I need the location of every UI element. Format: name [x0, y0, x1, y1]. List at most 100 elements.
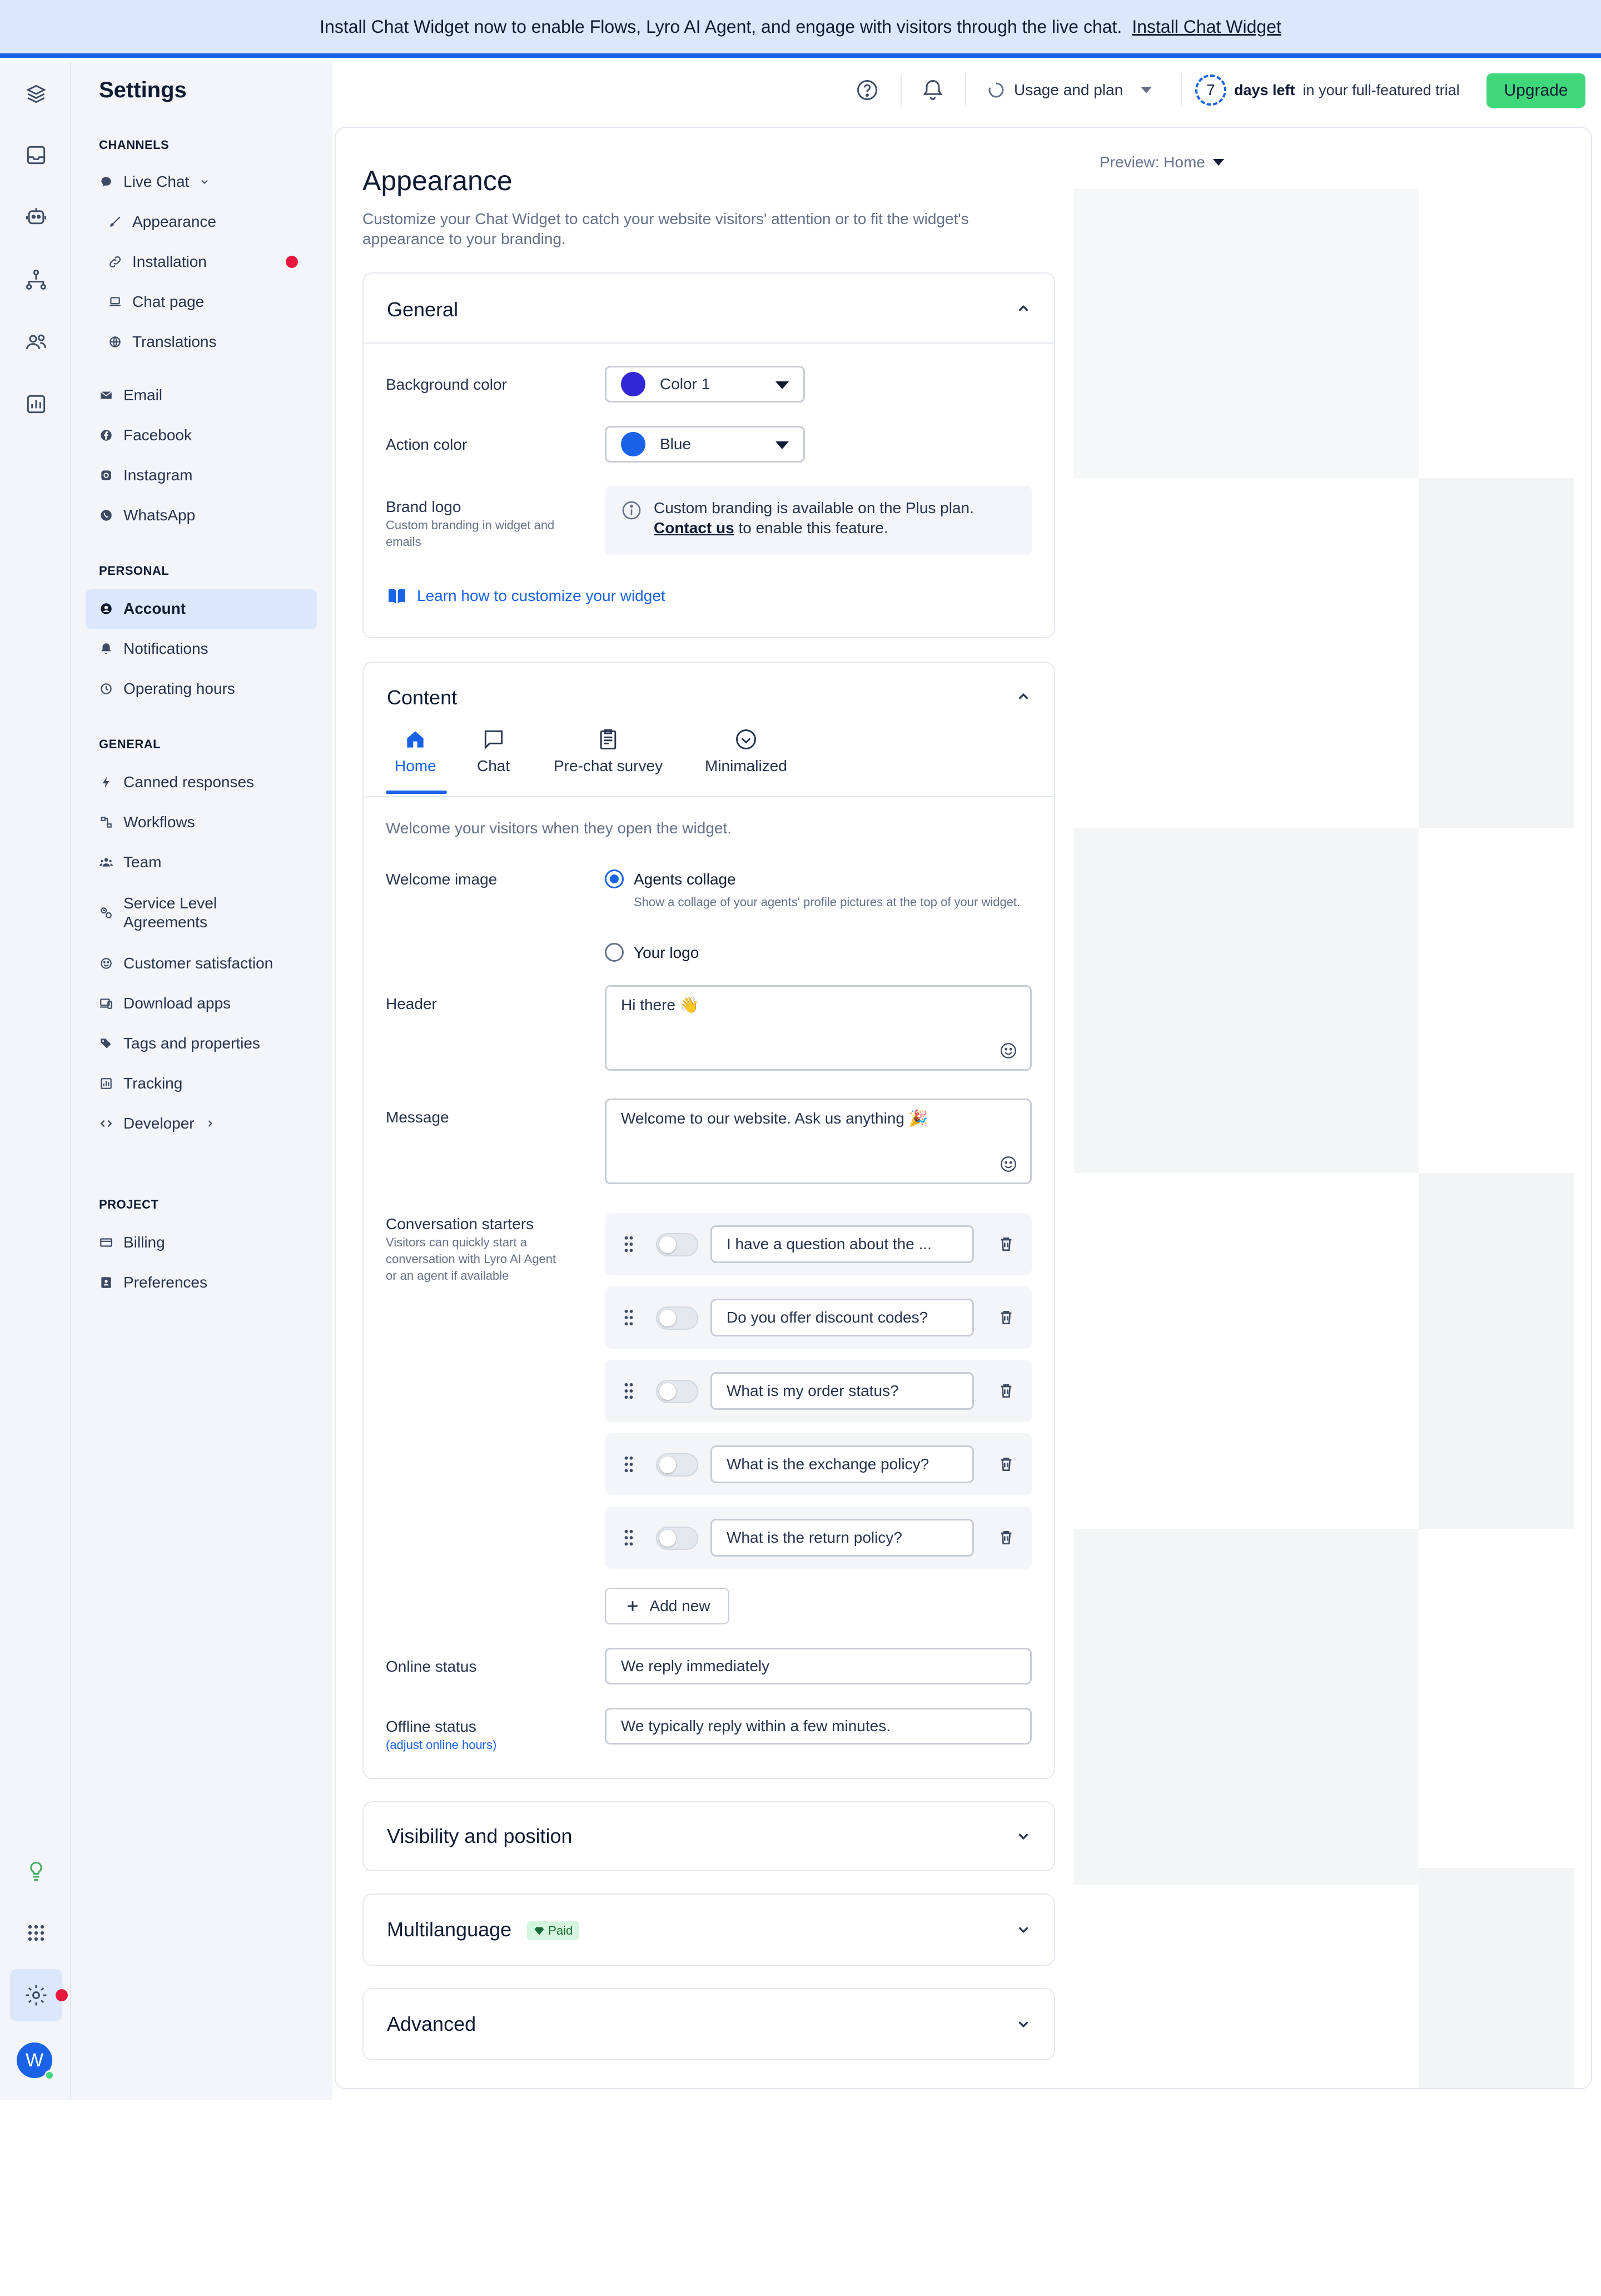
chevron-up-icon[interactable]: [1015, 300, 1032, 317]
advanced-panel[interactable]: Advanced: [362, 1988, 1055, 2060]
tab-pre-chat-survey[interactable]: Pre-chat survey: [554, 727, 663, 775]
user-circle-icon: [99, 602, 113, 616]
instagram-icon: [99, 468, 113, 483]
general-title: General: [387, 298, 459, 321]
starter-input[interactable]: Do you offer discount codes?: [710, 1299, 974, 1336]
sidebar-item-email[interactable]: Email: [99, 382, 162, 408]
divider: [364, 796, 1054, 797]
visibility-panel[interactable]: Visibility and position: [362, 1801, 1055, 1871]
adjust-online-hours-link[interactable]: (adjust online hours): [386, 1737, 496, 1753]
sidebar-item-tags[interactable]: Tags and properties: [99, 1031, 260, 1056]
sidebar-item-notifications[interactable]: Notifications: [99, 636, 208, 662]
learn-customize-link[interactable]: Learn how to customize your widget: [386, 585, 665, 607]
sidebar-item-facebook[interactable]: Facebook: [99, 423, 192, 448]
usage-plan-dropdown[interactable]: Usage and plan: [986, 78, 1152, 102]
facebook-icon: [99, 428, 113, 443]
radio-agents-collage[interactable]: [605, 869, 624, 888]
dashboard-icon[interactable]: [22, 80, 50, 108]
radio-your-logo[interactable]: [605, 943, 624, 962]
app-rail: W: [0, 62, 71, 2100]
upgrade-button[interactable]: Upgrade: [1486, 73, 1585, 108]
customers-icon[interactable]: [22, 328, 50, 356]
welcome-image-label: Welcome image: [386, 871, 498, 888]
tab-chat[interactable]: Chat: [477, 727, 510, 775]
starter-toggle[interactable]: [656, 1380, 698, 1403]
sidebar-item-operating-hours[interactable]: Operating hours: [99, 676, 235, 702]
action-color-select[interactable]: Blue: [605, 426, 805, 463]
bot-icon[interactable]: [22, 202, 50, 230]
chevron-up-icon[interactable]: [1015, 688, 1032, 705]
starter-input[interactable]: I have a question about the ...: [710, 1225, 974, 1263]
offline-status-input[interactable]: We typically reply within a few minutes.: [605, 1708, 1032, 1745]
multilanguage-title: Multilanguage: [387, 1918, 512, 1941]
chat-icon: [484, 730, 503, 750]
chevron-down-icon: [199, 175, 210, 189]
contact-us-link[interactable]: Contact us: [654, 519, 734, 536]
sidebar-item-preferences[interactable]: Preferences: [99, 1270, 207, 1295]
your-logo-label: Your logo: [634, 944, 699, 961]
clipboard-icon: [600, 729, 616, 749]
agents-collage-label: Agents collage: [634, 871, 736, 888]
sidebar-item-chat-page[interactable]: Chat page: [108, 289, 204, 315]
sidebar-item-billing[interactable]: Billing: [99, 1230, 165, 1255]
chevron-down-icon[interactable]: [1015, 1921, 1032, 1938]
starter-toggle[interactable]: [656, 1306, 698, 1330]
divider: [901, 73, 902, 107]
sidebar-item-workflows[interactable]: Workflows: [99, 809, 195, 835]
code-icon: [99, 1116, 113, 1131]
settings-gear-icon[interactable]: [22, 1981, 50, 2009]
sidebar-item-appearance[interactable]: Appearance: [108, 209, 216, 235]
sidebar-item-customer-satisfaction[interactable]: Customer satisfaction: [99, 951, 273, 976]
lightbulb-icon[interactable]: [22, 1857, 50, 1885]
trial-days-ring: 7: [1195, 74, 1226, 106]
chevron-down-icon[interactable]: [1015, 1828, 1032, 1845]
inbox-icon[interactable]: [22, 141, 50, 169]
sidebar-item-account[interactable]: Account: [99, 596, 186, 622]
emoji-picker-icon: [1001, 1156, 1016, 1172]
sidebar-item-installation[interactable]: Installation: [108, 249, 207, 275]
sidebar-item-live-chat[interactable]: Live Chat: [99, 169, 210, 195]
starter-toggle[interactable]: [656, 1233, 698, 1256]
tab-minimalized[interactable]: Minimalized: [705, 727, 787, 775]
sidebar-item-tracking[interactable]: Tracking: [99, 1071, 182, 1096]
help-icon[interactable]: [855, 78, 879, 102]
chevron-down-icon[interactable]: [1015, 2016, 1032, 2032]
conversation-starter-row: I have a question about the ...: [605, 1213, 1032, 1275]
header-textarea[interactable]: Hi there 👋: [605, 985, 1032, 1071]
brand-logo-sublabel: Custom branding in widget and emails: [386, 518, 555, 549]
sidebar-item-sla[interactable]: Service Level Agreements: [99, 891, 268, 935]
chart-icon: [99, 1076, 113, 1091]
multilanguage-panel[interactable]: Multilanguage Paid: [362, 1894, 1055, 1966]
personal-heading: PERSONAL: [99, 564, 170, 578]
starter-input[interactable]: What is my order status?: [710, 1372, 974, 1410]
sidebar-item-translations[interactable]: Translations: [108, 329, 216, 355]
sidebar-item-canned-responses[interactable]: Canned responses: [99, 769, 254, 795]
message-textarea[interactable]: Welcome to our website. Ask us anything …: [605, 1099, 1032, 1184]
background-color-select[interactable]: Color 1: [605, 366, 805, 402]
preview-selector[interactable]: Preview: Home: [1100, 153, 1224, 171]
background-color-label: Background color: [386, 376, 507, 393]
sidebar-item-instagram[interactable]: Instagram: [99, 463, 193, 488]
tab-home[interactable]: Home: [395, 727, 436, 775]
widget-preview-area: [1074, 1529, 1419, 1885]
banner-text: Install Chat Widget now to enable Flows,…: [320, 16, 1122, 37]
starter-toggle[interactable]: [656, 1527, 698, 1550]
flows-icon[interactable]: [22, 266, 50, 294]
bell-icon[interactable]: [921, 78, 945, 102]
sidebar-item-developer[interactable]: Developer: [99, 1111, 216, 1136]
starter-input[interactable]: What is the exchange policy?: [710, 1445, 974, 1483]
apps-grid-icon[interactable]: [22, 1919, 50, 1947]
sidebar-item-whatsapp[interactable]: WhatsApp: [99, 503, 195, 528]
starter-input[interactable]: What is the return policy?: [710, 1519, 974, 1557]
add-new-button[interactable]: Add new: [605, 1588, 729, 1624]
analytics-icon[interactable]: [22, 390, 50, 418]
appearance-title: Appearance: [362, 165, 513, 196]
conversation-starter-row: What is my order status?: [605, 1360, 1032, 1422]
online-status-input[interactable]: We reply immediately: [605, 1648, 1032, 1684]
install-chat-widget-link[interactable]: Install Chat Widget: [1132, 17, 1281, 37]
starter-toggle[interactable]: [656, 1453, 698, 1477]
sidebar-item-download-apps[interactable]: Download apps: [99, 991, 231, 1016]
caret-down-icon: [1212, 159, 1224, 166]
sidebar-item-team[interactable]: Team: [99, 849, 161, 875]
caret-down-icon: [1141, 87, 1152, 93]
